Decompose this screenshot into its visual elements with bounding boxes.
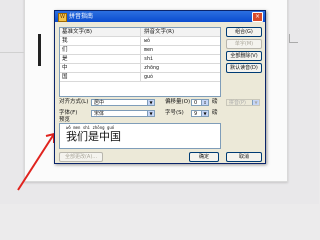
base-text-cell[interactable]: 中 (62, 64, 141, 72)
table-row: 是 shì (60, 55, 220, 64)
spinner-icon[interactable]: ⇕ (201, 100, 208, 105)
preview-box: wǒ men shì zhōng guó 我们是中国 (59, 123, 221, 149)
base-text-header: 基准文字(B) (62, 28, 141, 36)
dialog-titlebar[interactable]: W 拼音指南 × (55, 11, 265, 22)
ruby-text-cell[interactable]: guó (144, 73, 218, 81)
size-select[interactable]: 9 ▼ (191, 110, 209, 117)
font-select[interactable]: 宋体 ▼ (91, 110, 155, 117)
offset-unit: 磅 (212, 99, 218, 105)
dialog-title: 拼音指南 (69, 13, 94, 20)
annotation-arrow-icon (17, 132, 55, 191)
table-row: 国 guó (60, 73, 220, 82)
chevron-down-icon[interactable]: ▼ (201, 111, 208, 116)
ruler-mark (0, 52, 24, 53)
table-row: 我 wǒ (60, 37, 220, 46)
size-value: 9 (194, 111, 198, 117)
size-unit: 磅 (212, 110, 218, 116)
close-button[interactable]: × (252, 12, 263, 22)
chevron-down-icon[interactable]: ▼ (147, 100, 154, 105)
change-all-button[interactable]: 全部更改(A)... (59, 152, 103, 162)
ruby-text-header: 拼音文字(R) (144, 29, 175, 35)
chevron-down-icon[interactable]: ▼ (252, 100, 259, 105)
combine-button[interactable]: 组合(G) (226, 27, 262, 37)
table-row: 们 men (60, 46, 220, 55)
pinyin-table: 基准文字(B) 拼音文字(R) 我 wǒ 们 men 是 shì 中 zhōng… (59, 27, 221, 97)
pinyin-mode-value: 拼音(P) (229, 100, 246, 106)
table-header: 基准文字(B) 拼音文字(R) (60, 28, 220, 37)
page-corner-mark (289, 34, 298, 43)
base-text-cell[interactable]: 我 (62, 37, 141, 45)
ruby-text-cell[interactable]: men (144, 46, 218, 54)
cancel-button[interactable]: 取消 (226, 152, 262, 162)
offset-label: 偏移量(O) (165, 99, 191, 105)
app-icon: W (58, 13, 67, 22)
ruby-text-cell[interactable]: wǒ (144, 37, 218, 45)
pinyin-mode-select[interactable]: 拼音(P) ▼ (226, 99, 260, 106)
base-text-cell[interactable]: 国 (62, 73, 141, 81)
table-row: 中 zhōng (60, 64, 220, 73)
single-char-button[interactable]: 单字(M) (226, 39, 262, 49)
preview-text: 我们是中国 (66, 130, 121, 143)
alignment-value: 居中 (94, 100, 105, 106)
ruby-text-cell[interactable]: shì (144, 55, 218, 63)
clear-all-button[interactable]: 全部删除(V) (226, 51, 262, 61)
base-text-cell[interactable]: 们 (62, 46, 141, 54)
offset-value: 0 (194, 100, 198, 106)
font-value: 宋体 (94, 111, 105, 117)
offset-stepper[interactable]: 0 ⇕ (191, 99, 209, 106)
pinyin-guide-dialog: W 拼音指南 × 基准文字(B) 拼音文字(R) 我 wǒ 们 men 是 sh… (54, 10, 266, 164)
document-text-cursor (38, 34, 45, 66)
alignment-select[interactable]: 居中 ▼ (91, 99, 155, 106)
ok-button[interactable]: 确定 (189, 152, 219, 162)
default-reading-button[interactable]: 默认读音(D) (226, 63, 262, 73)
base-text-cell[interactable]: 是 (62, 55, 141, 63)
chevron-down-icon[interactable]: ▼ (147, 111, 154, 116)
size-label: 字号(S) (165, 110, 184, 116)
ruby-text-cell[interactable]: zhōng (144, 64, 218, 72)
alignment-label: 对齐方式(L) (59, 99, 89, 105)
font-label: 字体(F) (59, 110, 78, 116)
